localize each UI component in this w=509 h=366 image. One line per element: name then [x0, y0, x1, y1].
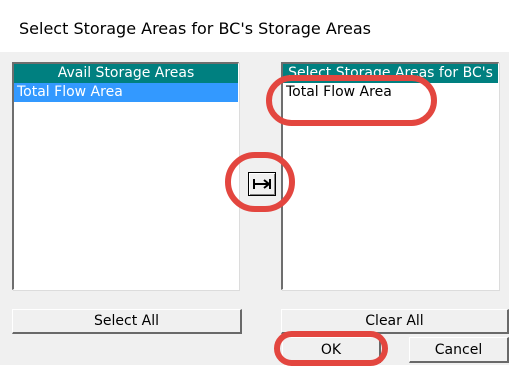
- available-list-item[interactable]: Total Flow Area: [14, 83, 238, 102]
- select-all-button[interactable]: Select All: [12, 309, 242, 334]
- arrow-right-icon: [253, 179, 271, 189]
- available-storage-areas-list[interactable]: Avail Storage Areas Total Flow Area: [12, 62, 239, 290]
- cancel-button[interactable]: Cancel: [409, 337, 509, 363]
- selected-storage-areas-list[interactable]: Select Storage Areas for BC's Total Flow…: [281, 62, 499, 290]
- move-to-selected-button[interactable]: [248, 172, 276, 196]
- selected-list-header: Select Storage Areas for BC's: [283, 64, 498, 83]
- ok-button[interactable]: OK: [282, 337, 381, 363]
- window-titlebar: Select Storage Areas for BC's Storage Ar…: [0, 0, 509, 52]
- selected-list-item[interactable]: Total Flow Area: [283, 83, 498, 102]
- clear-all-button[interactable]: Clear All: [281, 309, 509, 334]
- available-list-header: Avail Storage Areas: [14, 64, 238, 83]
- window-title: Select Storage Areas for BC's Storage Ar…: [19, 19, 371, 38]
